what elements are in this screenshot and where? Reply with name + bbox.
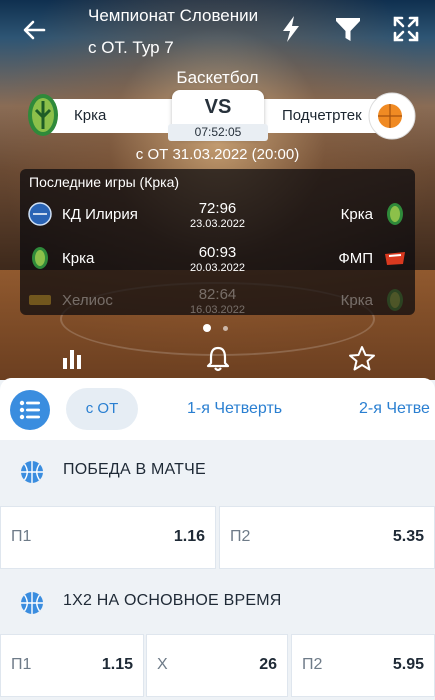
basketball-icon — [21, 461, 43, 483]
market-tabs: с ОТ 1-я Четверть 2-я Четве — [0, 378, 435, 440]
home-team: Крка — [62, 250, 95, 267]
odd-label: П1 — [11, 528, 32, 545]
stats-icon[interactable] — [58, 344, 88, 372]
team-logo-icon — [387, 203, 403, 225]
last-games-title: Последние игры (Крка) — [29, 174, 180, 190]
odd-button[interactable]: П2 5.95 — [291, 634, 435, 697]
odds-row: П1 1.16 П2 5.35 — [0, 506, 435, 569]
list-item[interactable]: Крка 60:93 20.03.2022 ФМП — [20, 238, 415, 282]
game-date: 16.03.2022 — [189, 304, 246, 315]
home-team: Хелиос — [62, 292, 113, 309]
filter-icon[interactable] — [333, 14, 363, 44]
match-datetime: с ОТ 31.03.2022 (20:00) — [135, 146, 300, 163]
tab-with-overtime[interactable]: с ОТ — [66, 388, 138, 430]
bell-icon[interactable] — [203, 344, 233, 372]
odd-button[interactable]: П2 5.35 — [219, 506, 435, 569]
odd-value: 26 — [259, 656, 277, 673]
basketball-icon — [21, 592, 43, 614]
odd-label: П1 — [11, 656, 32, 673]
away-team: ФМП — [338, 250, 373, 267]
team2-logo — [368, 92, 416, 140]
odd-button[interactable]: П1 1.15 — [0, 634, 144, 697]
odd-label: П2 — [302, 656, 323, 673]
market-header[interactable]: ПОБЕДА В МАТЧЕ — [0, 440, 435, 502]
odd-label: П2 — [230, 528, 251, 545]
back-arrow-icon[interactable] — [18, 14, 50, 46]
match-hero: Чемпионат Словении с ОТ. Тур 7 Баскетбол… — [0, 0, 435, 380]
last-games-card[interactable]: Последние игры (Крка) КД Илирия 72:96 23… — [20, 169, 415, 315]
away-team: Крка — [340, 292, 373, 309]
game-date: 23.03.2022 — [189, 218, 246, 230]
list-item[interactable]: КД Илирия 72:96 23.03.2022 Крка — [20, 194, 415, 238]
away-team: Крка — [340, 206, 373, 223]
odd-button[interactable]: П1 1.16 — [0, 506, 216, 569]
team-logo-icon — [28, 202, 52, 226]
lightning-icon[interactable] — [276, 14, 306, 44]
market-title: ПОБЕДА В МАТЧЕ — [63, 461, 206, 478]
market-title: 1Х2 НА ОСНОВНОЕ ВРЕМЯ — [63, 592, 282, 609]
list-icon — [19, 400, 40, 420]
team-logo-icon — [387, 289, 403, 311]
pager-dot-active[interactable] — [203, 324, 211, 332]
pager-dot[interactable] — [223, 326, 228, 331]
market-header[interactable]: 1Х2 НА ОСНОВНОЕ ВРЕМЯ — [0, 571, 435, 633]
game-date: 20.03.2022 — [189, 262, 246, 274]
score: 72:96 — [198, 200, 237, 217]
countdown-timer: 07:52:05 — [168, 124, 268, 141]
vs-label: VS — [204, 96, 232, 118]
odd-value: 1.16 — [173, 528, 205, 545]
tab-first-quarter[interactable]: 1-я Четверть — [187, 388, 282, 430]
odd-button[interactable]: Х 26 — [146, 634, 288, 697]
sport-label: Баскетбол — [176, 68, 259, 87]
team-logo-icon — [32, 247, 48, 269]
team1-logo — [28, 94, 58, 136]
round-title: с ОТ. Тур 7 — [88, 38, 174, 57]
odd-value: 5.95 — [392, 656, 424, 673]
team1-name: Крка — [74, 107, 107, 124]
odds-row: П1 1.15 Х 26 П2 5.95 — [0, 634, 435, 697]
team2-name: Подчетртек — [282, 107, 362, 124]
markets-menu-button[interactable] — [10, 390, 50, 430]
markets-panel: с ОТ 1-я Четверть 2-я Четве ПОБЕДА В МАТ… — [0, 378, 435, 700]
tab-second-quarter[interactable]: 2-я Четве — [359, 388, 430, 430]
score: 82:64 — [198, 286, 237, 303]
top-bar: Чемпионат Словении с ОТ. Тур 7 — [0, 0, 435, 62]
score: 60:93 — [198, 244, 237, 261]
odd-value: 1.15 — [101, 656, 133, 673]
championship-title: Чемпионат Словении — [88, 6, 259, 25]
home-team: КД Илирия — [62, 206, 138, 223]
expand-icon[interactable] — [391, 14, 421, 44]
odd-value: 5.35 — [392, 528, 424, 545]
team-logo-icon — [29, 295, 51, 305]
list-item[interactable]: Хелиос 82:64 16.03.2022 Крка — [20, 280, 415, 315]
star-icon[interactable] — [347, 344, 377, 372]
odd-label: Х — [157, 656, 168, 673]
team-logo-icon — [385, 252, 405, 265]
